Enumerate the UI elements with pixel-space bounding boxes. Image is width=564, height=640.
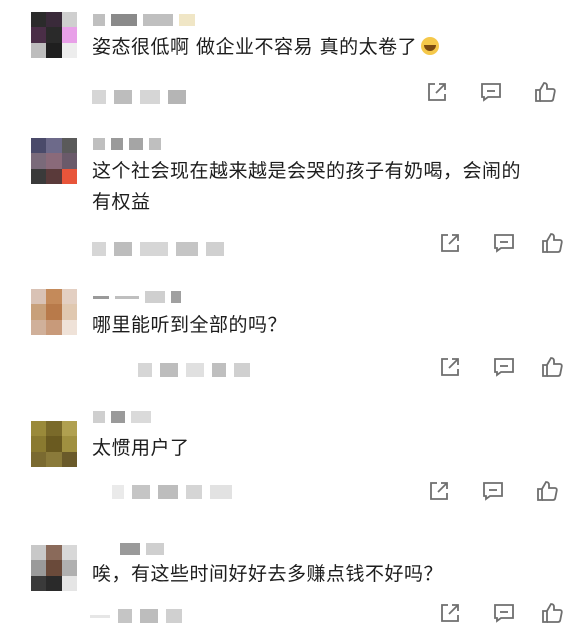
comment-icon bbox=[481, 83, 501, 102]
comment-actions bbox=[0, 80, 564, 106]
comment-icon bbox=[483, 482, 503, 501]
share-button[interactable] bbox=[425, 80, 451, 104]
reply-button[interactable] bbox=[492, 355, 518, 379]
comment-text: 这个社会现在越来越是会哭的孩子有奶喝，会闹的 有权益 bbox=[92, 160, 522, 213]
reply-button[interactable] bbox=[492, 231, 518, 255]
like-button[interactable] bbox=[540, 355, 564, 379]
share-icon bbox=[430, 482, 448, 500]
username-blurred[interactable] bbox=[93, 291, 181, 303]
reply-button[interactable] bbox=[481, 479, 507, 503]
username-blurred[interactable] bbox=[93, 138, 161, 150]
comment-icon bbox=[494, 604, 514, 623]
thumbs-up-icon bbox=[542, 233, 563, 253]
avatar[interactable] bbox=[31, 138, 77, 184]
username-blurred[interactable] bbox=[93, 411, 151, 423]
comment-actions bbox=[0, 355, 564, 381]
comment-text: 唉，有这些时间好好去多赚点钱不好吗？ bbox=[92, 563, 444, 585]
username-blurred[interactable] bbox=[120, 543, 164, 555]
comment-text: 哪里能听到全部的吗？ bbox=[92, 314, 288, 336]
comment-item-3: 哪里能听到全部的吗？ bbox=[0, 283, 564, 403]
reply-button[interactable] bbox=[479, 80, 505, 104]
avatar[interactable] bbox=[31, 545, 77, 591]
avatar[interactable] bbox=[31, 289, 77, 335]
thumbs-up-icon bbox=[542, 357, 563, 377]
comment-item-5: 唉，有这些时间好好去多赚点钱不好吗？ bbox=[0, 523, 564, 640]
grimace-emoji-icon bbox=[421, 37, 440, 55]
share-icon bbox=[428, 83, 446, 101]
like-button[interactable] bbox=[535, 479, 561, 503]
like-button[interactable] bbox=[540, 231, 564, 255]
comment-item-2: 这个社会现在越来越是会哭的孩子有奶喝，会闹的 有权益 bbox=[0, 118, 564, 283]
comment-actions bbox=[0, 479, 564, 505]
thumbs-up-icon bbox=[542, 603, 563, 623]
share-icon bbox=[441, 604, 459, 622]
share-icon bbox=[441, 358, 459, 376]
comment-actions bbox=[0, 601, 564, 627]
share-button[interactable] bbox=[427, 479, 453, 503]
thumbs-up-icon bbox=[537, 481, 558, 501]
share-icon bbox=[441, 234, 459, 252]
like-button[interactable] bbox=[533, 80, 559, 104]
comment-item-1: 姿态很低啊 做企业不容易 真的太卷了 bbox=[0, 0, 564, 118]
share-button[interactable] bbox=[438, 231, 464, 255]
comment-icon bbox=[494, 358, 514, 377]
username-blurred[interactable] bbox=[93, 14, 195, 26]
comment-text: 姿态很低啊 做企业不容易 真的太卷了 bbox=[92, 32, 440, 63]
comment-actions bbox=[0, 231, 564, 257]
avatar[interactable] bbox=[31, 12, 77, 58]
share-button[interactable] bbox=[438, 601, 464, 625]
reply-button[interactable] bbox=[492, 601, 518, 625]
comment-item-4: 太惯用户了 bbox=[0, 403, 564, 523]
avatar[interactable] bbox=[31, 421, 77, 467]
like-button[interactable] bbox=[540, 601, 564, 625]
thumbs-up-icon bbox=[535, 82, 556, 102]
comment-icon bbox=[494, 234, 514, 253]
comment-text: 太惯用户了 bbox=[92, 437, 190, 459]
share-button[interactable] bbox=[438, 355, 464, 379]
